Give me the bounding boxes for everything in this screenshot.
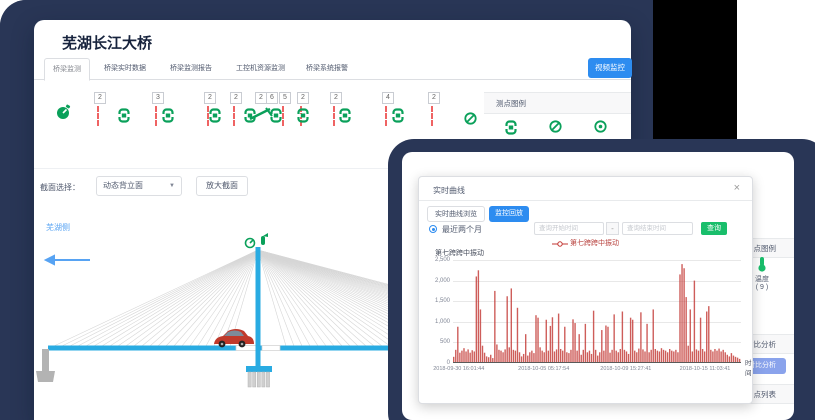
side-arrow bbox=[46, 256, 90, 264]
main-tabbar: 桥梁监测桥梁实时数据桥梁监测报告工控机资源监测桥梁系统报警 bbox=[34, 56, 631, 80]
section-select-label: 截面选择： bbox=[40, 182, 80, 193]
vibration-series bbox=[453, 260, 741, 363]
crack-sensor-marker[interactable] bbox=[155, 106, 157, 126]
x-tick-label: 2018-09-30 16:01:44 bbox=[433, 366, 484, 372]
tower-top-sensor-icon[interactable] bbox=[261, 233, 268, 245]
dialog-title: 实时曲线 bbox=[433, 185, 465, 196]
tab-realtime-curve[interactable]: 实时曲线浏览 bbox=[427, 206, 485, 222]
link-sensor-icon[interactable] bbox=[297, 108, 309, 128]
sensor-count-badge[interactable]: 2 bbox=[204, 92, 216, 104]
bridge-tower[interactable] bbox=[256, 247, 261, 368]
legend-ban-icon[interactable] bbox=[549, 120, 562, 138]
crack-sensor-marker[interactable] bbox=[431, 106, 433, 126]
range-radio[interactable] bbox=[429, 225, 437, 233]
crack-sensor-marker[interactable] bbox=[385, 106, 387, 126]
deck-gap-left bbox=[236, 346, 256, 351]
tab-monitor-playback[interactable]: 监控回放 bbox=[489, 206, 529, 222]
sensor-count-badge[interactable]: 2 bbox=[428, 92, 440, 104]
x-tick-label: 2018-10-15 11:03:41 bbox=[680, 366, 731, 372]
x-axis-line bbox=[453, 362, 741, 363]
main-tab-1[interactable]: 桥梁监测 bbox=[44, 58, 90, 81]
link-sensor-icon[interactable] bbox=[339, 108, 351, 128]
legend-marker-icon bbox=[552, 241, 568, 247]
tower-piles bbox=[248, 372, 270, 387]
section-select-dropdown[interactable]: 动态背立面 ▼ bbox=[96, 176, 182, 196]
link-sensor-icon[interactable] bbox=[162, 108, 174, 128]
chart-legend[interactable]: 第七跨跨中振动 bbox=[419, 238, 752, 248]
query-button[interactable]: 查询 bbox=[701, 222, 727, 235]
y-tick-label: 1,000 bbox=[420, 319, 450, 325]
sensor-count-badge[interactable]: 3 bbox=[152, 92, 164, 104]
legend-link-icon[interactable] bbox=[505, 120, 517, 140]
link-sensor-icon[interactable] bbox=[118, 108, 130, 128]
sensor-count-badge[interactable]: 2 bbox=[297, 92, 309, 104]
section-select-value: 动态背立面 bbox=[103, 181, 143, 190]
x-tick-label: 2018-10-05 05:17:54 bbox=[518, 366, 569, 372]
x-tick-label: 2018-10-09 15:27:41 bbox=[600, 366, 651, 372]
start-time-input[interactable] bbox=[534, 222, 604, 235]
deck-gap-right bbox=[262, 346, 280, 351]
dialog-header: 实时曲线 × bbox=[419, 177, 752, 201]
range-radio-label: 最近两个月 bbox=[442, 224, 482, 235]
link-sensor-icon[interactable] bbox=[392, 108, 404, 128]
page-title: 芜湖长江大桥 bbox=[62, 32, 152, 53]
crack-sensor-marker[interactable] bbox=[233, 106, 235, 126]
y-tick-label: 2,000 bbox=[420, 278, 450, 284]
ban-sensor-icon[interactable] bbox=[464, 112, 477, 130]
close-icon[interactable]: × bbox=[734, 182, 740, 194]
sensor-count-badge[interactable]: 2 bbox=[94, 92, 106, 104]
wind-sensor-icon[interactable] bbox=[246, 239, 255, 248]
legend-panel-header: 测点图例 bbox=[484, 92, 631, 114]
sensor-count-badge[interactable]: 5 bbox=[279, 92, 291, 104]
link-sensor-icon[interactable] bbox=[209, 108, 221, 128]
x-axis-title: 时间 bbox=[745, 357, 752, 377]
legend-ring-icon[interactable] bbox=[594, 120, 607, 138]
sensor-count-badge[interactable]: 6 bbox=[266, 92, 278, 104]
sensor-count-badge[interactable]: 2 bbox=[330, 92, 342, 104]
chevron-down-icon: ▼ bbox=[169, 177, 175, 195]
crack-sensor-marker[interactable] bbox=[97, 106, 99, 126]
main-tab-3[interactable]: 桥梁监测报告 bbox=[162, 58, 220, 81]
crack-sensor-marker[interactable] bbox=[333, 106, 335, 126]
enlarge-section-button[interactable]: 放大截面 bbox=[196, 176, 248, 196]
crack-sensor-marker[interactable] bbox=[282, 106, 284, 126]
y-tick-label: 2,500 bbox=[420, 257, 450, 263]
joint-sensor-icon[interactable] bbox=[248, 106, 274, 127]
range-separator: - bbox=[606, 222, 619, 235]
thermometer-icon bbox=[756, 256, 768, 272]
realtime-curve-dialog: 实时曲线 × 实时曲线浏览 监控回放 最近两个月 - 查询 第七跨跨中振动 第七… bbox=[418, 176, 753, 404]
video-monitor-button[interactable]: 视频监控 bbox=[588, 58, 632, 78]
end-time-input[interactable] bbox=[622, 222, 693, 235]
main-tab-5[interactable]: 桥梁系统报警 bbox=[298, 58, 356, 81]
main-tab-4[interactable]: 工控机资源监测 bbox=[228, 58, 293, 81]
screenshot-stage: 芜湖长江大桥 桥梁监测桥梁实时数据桥梁监测报告工控机资源监测桥梁系统报警 视频监… bbox=[0, 0, 815, 420]
sensor-count-badge[interactable]: 2 bbox=[230, 92, 242, 104]
tower-foundation-cap bbox=[246, 366, 272, 372]
gauge-sensor-icon[interactable] bbox=[56, 104, 71, 125]
y-tick-label: 1,500 bbox=[420, 298, 450, 304]
sensor-count-badge[interactable]: 4 bbox=[382, 92, 394, 104]
main-tab-2[interactable]: 桥梁实时数据 bbox=[96, 58, 154, 81]
chart-plot-area: 2,5002,0001,5001,0005000 2018-09-30 16:0… bbox=[453, 260, 741, 363]
y-tick-label: 500 bbox=[420, 339, 450, 345]
black-region bbox=[653, 0, 737, 139]
left-pier bbox=[36, 349, 55, 382]
car bbox=[214, 329, 254, 347]
